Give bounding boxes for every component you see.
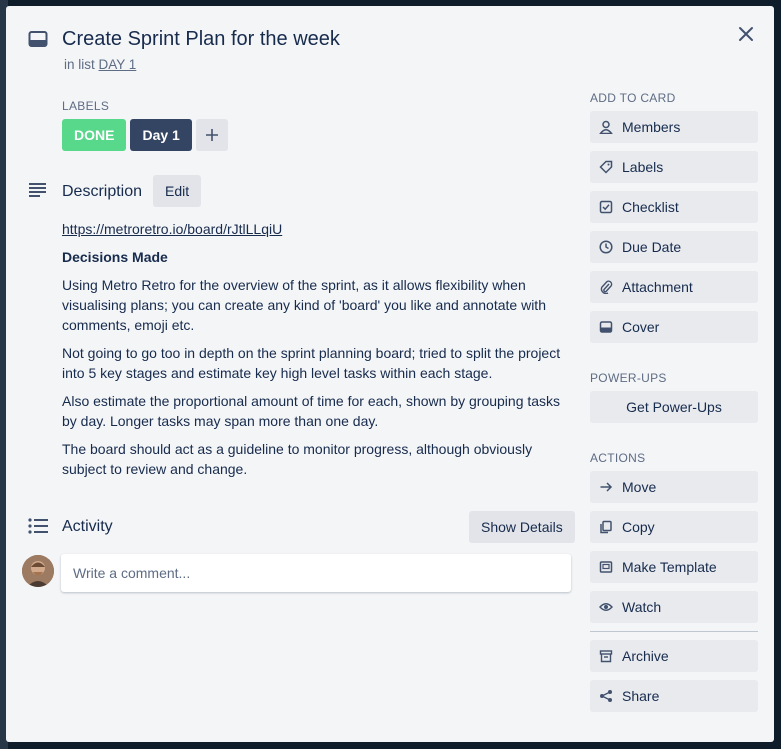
label-day-1[interactable]: Day 1 [130,119,192,151]
tag-icon [598,159,614,175]
checkbox-icon [598,199,614,215]
description-paragraph: Not going to go too in depth on the spri… [62,345,561,381]
card-detail-modal: Create Sprint Plan for the week in list … [6,6,774,742]
watch-label: Watch [622,599,662,615]
arrow-right-icon [598,479,614,495]
description-icon [28,182,48,203]
move-label: Move [622,479,657,495]
card-icon [28,30,48,53]
description-paragraph: Also estimate the proportional amount of… [62,393,561,429]
description-body[interactable]: https://metroretro.io/board/rJtlLLqiU De… [62,219,572,487]
archive-button[interactable]: Archive [590,640,758,672]
template-icon [598,559,614,575]
labels-row: DONE Day 1 [62,119,228,151]
make-template-button[interactable]: Make Template [590,551,758,583]
labels-heading: LABELS [62,99,110,113]
activity-heading: Activity [62,518,113,535]
attachment-button[interactable]: Attachment [590,271,758,303]
paperclip-icon [598,279,614,295]
show-details-button[interactable]: Show Details [469,511,575,543]
close-button[interactable] [732,20,760,48]
actions-divider [590,631,758,632]
copy-button[interactable]: Copy [590,511,758,543]
checklist-button[interactable]: Checklist [590,191,758,223]
add-label-button[interactable] [195,119,228,151]
cover-button[interactable]: Cover [590,311,758,343]
labels-button[interactable]: Labels [590,151,758,183]
archive-icon [598,648,614,664]
description-paragraph: The board should act as a guideline to m… [62,441,533,477]
add-to-card-heading: ADD TO CARD [590,91,676,105]
cover-label: Cover [622,319,660,335]
description-bold-heading: Decisions Made [62,249,168,265]
plus-icon [205,129,218,141]
attachment-label: Attachment [622,279,693,295]
share-icon [598,688,614,704]
in-list-prefix: in list [64,57,95,72]
card-title[interactable]: Create Sprint Plan for the week [62,26,340,52]
comment-input[interactable]: Write a comment... [61,554,571,592]
labels-label: Labels [622,159,664,175]
share-button[interactable]: Share [590,680,758,712]
clock-icon [598,239,614,255]
powerups-heading: POWER-UPS [590,371,667,385]
edit-description-button[interactable]: Edit [153,175,202,207]
get-powerups-button[interactable]: Get Power-Ups [590,391,758,423]
avatar[interactable] [22,555,54,587]
activity-icon [28,518,50,539]
members-button[interactable]: Members [590,111,758,143]
archive-label: Archive [622,648,669,664]
eye-icon [598,599,614,615]
person-icon [598,119,614,135]
in-list-text: in list DAY 1 [64,57,136,72]
description-heading: Description [62,183,143,200]
actions-heading: ACTIONS [590,451,646,465]
close-icon [739,27,753,41]
checklist-label: Checklist [622,199,679,215]
due-date-button[interactable]: Due Date [590,231,758,263]
label-done[interactable]: DONE [62,119,127,151]
members-label: Members [622,119,681,135]
description-link[interactable]: https://metroretro.io/board/rJtlLLqiU [62,219,572,239]
description-paragraph: Using Metro Retro for the overview of th… [62,277,546,333]
make-template-label: Make Template [622,559,717,575]
share-label: Share [622,688,660,704]
due-date-label: Due Date [622,239,682,255]
copy-icon [598,519,614,535]
watch-button[interactable]: Watch [590,591,758,623]
user-avatar-icon [22,555,54,587]
cover-icon [598,319,614,335]
move-button[interactable]: Move [590,471,758,503]
list-link[interactable]: DAY 1 [99,57,137,72]
copy-label: Copy [622,519,655,535]
